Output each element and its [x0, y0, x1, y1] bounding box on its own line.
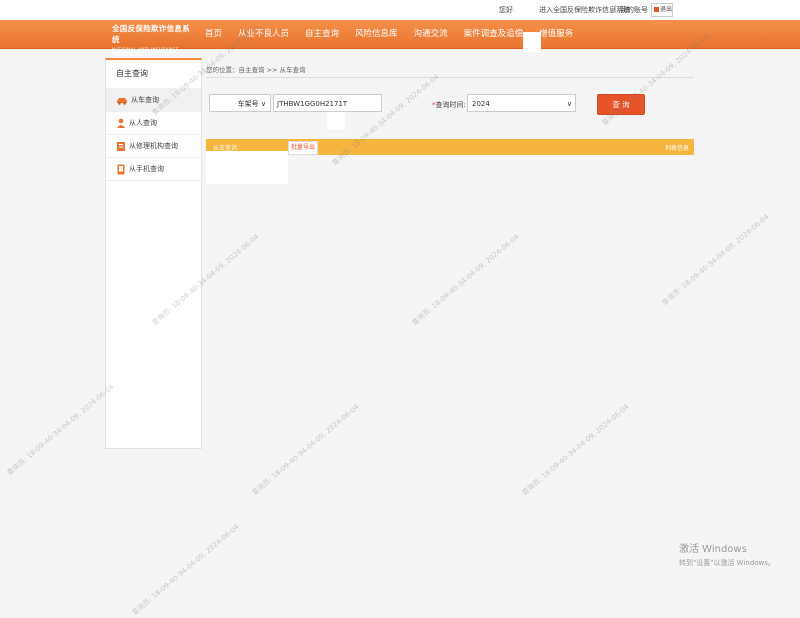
watermark: 查询员: 18-09-40-34-04-09, 2024-06-04: [410, 232, 521, 327]
watermark: 查询员: 18-09-40-34-04-09, 2024-06-04: [130, 522, 241, 617]
nav-risk-database[interactable]: 风险信息库: [347, 20, 406, 48]
year-select[interactable]: 2024 ∨: [467, 94, 576, 112]
query-type-value: 车架号: [237, 100, 259, 108]
query-time-text: 查询时间:: [435, 101, 466, 109]
activation-subtitle: 转到"设置"以激活 Windows。: [679, 559, 775, 567]
phone-icon: [117, 164, 125, 174]
watermark: 查询员: 18-09-40-34-04-09, 2024-06-04: [660, 212, 771, 307]
redacted-block: [523, 32, 541, 52]
chevron-down-icon: ∨: [260, 100, 266, 108]
sidebar-item-repair-query[interactable]: 从修理机构查询: [106, 135, 201, 158]
activation-title: 激活 Windows: [679, 544, 747, 555]
batch-export-button[interactable]: 批量导出: [288, 141, 318, 155]
sidebar-item-label: 从修理机构查询: [129, 142, 178, 150]
chevron-down-icon: ∨: [566, 100, 572, 108]
nav-home[interactable]: 首页: [197, 20, 230, 48]
car-icon: [117, 97, 127, 105]
sidebar-item-phone-query[interactable]: 从手机查询: [106, 158, 201, 181]
separator: |: [614, 4, 617, 12]
repair-shop-icon: [117, 141, 125, 151]
results-list-info: 列表信息: [664, 145, 689, 152]
main-navbar: 全国反保险欺诈信息系统 NATIONAL ANTI INSURANCE FRAU…: [0, 20, 800, 58]
sidebar-item-label: 从手机查询: [129, 165, 164, 173]
vin-input[interactable]: JTHBW1GG0H2171T: [273, 94, 382, 112]
nav-self-query[interactable]: 自主查询: [297, 20, 347, 48]
windows-activation-notice: 激活 Windows 转到"设置"以激活 Windows。: [679, 540, 775, 568]
system-logo[interactable]: 全国反保险欺诈信息系统 NATIONAL ANTI INSURANCE FRAU…: [112, 23, 194, 58]
query-type-select[interactable]: 车架号 ∨: [209, 94, 271, 112]
exit-label: 退出: [660, 6, 673, 13]
redacted-block: [206, 151, 288, 184]
query-time-label: *查询时间:: [432, 100, 466, 110]
redacted-block: [327, 112, 345, 130]
sidebar: 自主查询 从车查询 从人查询 从修理机构查询 从手机查询: [105, 58, 202, 449]
watermark: 查询员: 18-09-40-34-04-09, 2024-06-04: [250, 402, 361, 497]
my-account-link[interactable]: 我的账号: [620, 5, 648, 15]
breadcrumb: 您的位置：自主查询 >> 从车查询: [206, 66, 306, 74]
sidebar-item-label: 从人查询: [129, 119, 157, 127]
nav-communication[interactable]: 沟通交流: [406, 20, 456, 48]
exit-icon: [654, 7, 659, 12]
watermark: 查询员: 18-09-40-34-04-09, 2024-06-04: [520, 402, 631, 497]
logo-title-en: NATIONAL ANTI INSURANCE FRAUD SYSTEM: [112, 48, 179, 58]
redacted-username: [514, 2, 526, 16]
greeting-text: 您好:: [499, 6, 516, 14]
logo-title-cn: 全国反保险欺诈信息系统: [112, 24, 190, 44]
watermark: 查询员: 18-09-40-34-04-09, 2024-06-04: [5, 382, 116, 477]
breadcrumb-divider: [206, 77, 694, 78]
person-icon: [117, 118, 125, 128]
year-value: 2024: [472, 100, 490, 108]
exit-button[interactable]: 退出: [651, 3, 673, 17]
nav-case-investigation[interactable]: 案件调查及追偿: [456, 20, 532, 48]
top-bar: 您好: 进入全国反保险欺诈信息系统 | 我的账号 退出: [0, 0, 800, 20]
sidebar-item-person-query[interactable]: 从人查询: [106, 112, 201, 135]
